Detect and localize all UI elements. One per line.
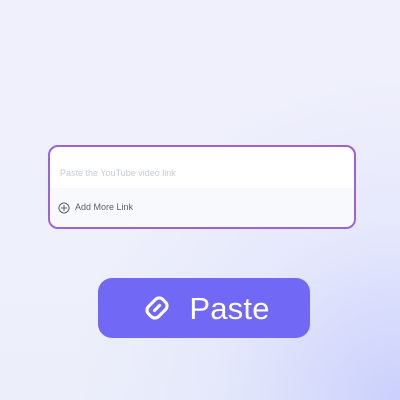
link-entry-card: Add More Link [48,145,356,229]
video-link-input[interactable] [60,163,346,183]
add-more-link-button[interactable]: Add More Link [50,188,354,227]
paste-button-label: Paste [189,290,270,326]
link-icon [140,291,174,325]
add-more-link-label: Add More Link [75,202,134,212]
plus-circle-icon [58,202,70,214]
paste-button[interactable]: Paste [98,278,310,338]
